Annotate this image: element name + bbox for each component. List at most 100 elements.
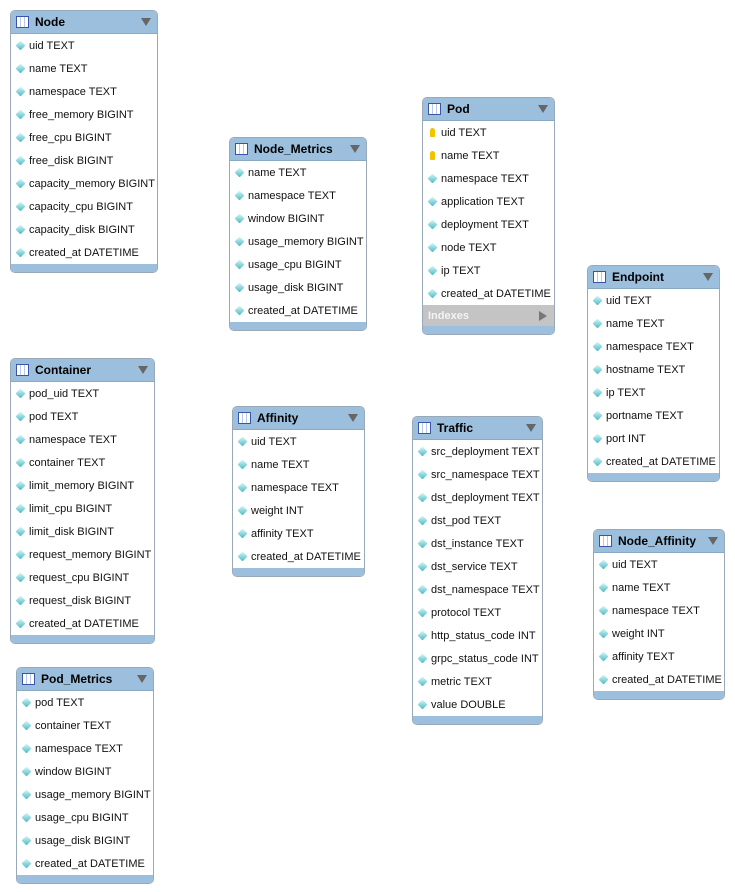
column-row[interactable]: free_memory BIGINT bbox=[11, 103, 157, 126]
collapse-arrow-icon[interactable] bbox=[526, 424, 536, 432]
column-row[interactable]: uid TEXT bbox=[233, 430, 364, 453]
collapse-arrow-icon[interactable] bbox=[703, 273, 713, 281]
column-row[interactable]: limit_disk BIGINT bbox=[11, 520, 154, 543]
column-row[interactable]: request_memory BIGINT bbox=[11, 543, 154, 566]
table-traffic[interactable]: Traffic src_deployment TEXT src_namespace … bbox=[412, 416, 543, 725]
column-row[interactable]: affinity TEXT bbox=[233, 522, 364, 545]
column-row[interactable]: created_at DATETIME bbox=[11, 612, 154, 635]
column-row[interactable]: metric TEXT bbox=[413, 670, 542, 693]
table-container[interactable]: Container pod_uid TEXT pod TEXT namespace T… bbox=[10, 358, 155, 644]
column-row[interactable]: http_status_code INT bbox=[413, 624, 542, 647]
column-row[interactable]: created_at DATETIME bbox=[233, 545, 364, 568]
table-node[interactable]: Node uid TEXT name TEXT namespace TEXT free_… bbox=[10, 10, 158, 273]
column-row[interactable]: pod_uid TEXT bbox=[11, 382, 154, 405]
table-header[interactable]: Pod bbox=[423, 98, 554, 121]
column-row[interactable]: dst_namespace TEXT bbox=[413, 578, 542, 601]
column-row[interactable]: namespace TEXT bbox=[230, 184, 366, 207]
table-node-affinity[interactable]: Node_Affinity uid TEXT name TEXT namespace … bbox=[593, 529, 725, 700]
column-row[interactable]: uid TEXT bbox=[594, 553, 724, 576]
column-row[interactable]: ip TEXT bbox=[588, 381, 719, 404]
table-header[interactable]: Node_Affinity bbox=[594, 530, 724, 553]
column-row[interactable]: weight INT bbox=[594, 622, 724, 645]
column-row[interactable]: src_namespace TEXT bbox=[413, 463, 542, 486]
table-endpoint[interactable]: Endpoint uid TEXT name TEXT namespace TEXT h… bbox=[587, 265, 720, 482]
column-row[interactable]: limit_memory BIGINT bbox=[11, 474, 154, 497]
column-row[interactable]: value DOUBLE bbox=[413, 693, 542, 716]
column-row[interactable]: usage_memory BIGINT bbox=[230, 230, 366, 253]
column-row[interactable]: name TEXT bbox=[423, 144, 554, 167]
column-row[interactable]: capacity_cpu BIGINT bbox=[11, 195, 157, 218]
table-pod-metrics[interactable]: Pod_Metrics pod TEXT container TEXT namespa… bbox=[16, 667, 154, 884]
column-row[interactable]: namespace TEXT bbox=[594, 599, 724, 622]
table-header[interactable]: Pod_Metrics bbox=[17, 668, 153, 691]
column-row[interactable]: dst_pod TEXT bbox=[413, 509, 542, 532]
column-row[interactable]: created_at DATETIME bbox=[588, 450, 719, 473]
column-row[interactable]: usage_memory BIGINT bbox=[17, 783, 153, 806]
column-row[interactable]: namespace TEXT bbox=[17, 737, 153, 760]
column-row[interactable]: grpc_status_code INT bbox=[413, 647, 542, 670]
column-row[interactable]: dst_deployment TEXT bbox=[413, 486, 542, 509]
indexes-section[interactable]: Indexes bbox=[423, 305, 554, 326]
column-row[interactable]: free_cpu BIGINT bbox=[11, 126, 157, 149]
column-row[interactable]: usage_cpu BIGINT bbox=[230, 253, 366, 276]
column-row[interactable]: window BIGINT bbox=[230, 207, 366, 230]
column-row[interactable]: name TEXT bbox=[233, 453, 364, 476]
column-row[interactable]: pod TEXT bbox=[11, 405, 154, 428]
column-row[interactable]: pod TEXT bbox=[17, 691, 153, 714]
table-header[interactable]: Traffic bbox=[413, 417, 542, 440]
table-header[interactable]: Node_Metrics bbox=[230, 138, 366, 161]
table-node-metrics[interactable]: Node_Metrics name TEXT namespace TEXT windo… bbox=[229, 137, 367, 331]
column-row[interactable]: created_at DATETIME bbox=[17, 852, 153, 875]
column-row[interactable]: name TEXT bbox=[588, 312, 719, 335]
table-header[interactable]: Endpoint bbox=[588, 266, 719, 289]
column-row[interactable]: limit_cpu BIGINT bbox=[11, 497, 154, 520]
expand-arrow-icon[interactable] bbox=[539, 310, 547, 321]
column-row[interactable]: node TEXT bbox=[423, 236, 554, 259]
column-row[interactable]: namespace TEXT bbox=[11, 428, 154, 451]
column-row[interactable]: portname TEXT bbox=[588, 404, 719, 427]
column-row[interactable]: port INT bbox=[588, 427, 719, 450]
collapse-arrow-icon[interactable] bbox=[538, 105, 548, 113]
column-row[interactable]: request_cpu BIGINT bbox=[11, 566, 154, 589]
column-row[interactable]: free_disk BIGINT bbox=[11, 149, 157, 172]
column-row[interactable]: created_at DATETIME bbox=[11, 241, 157, 264]
column-row[interactable]: created_at DATETIME bbox=[423, 282, 554, 305]
column-row[interactable]: usage_disk BIGINT bbox=[230, 276, 366, 299]
collapse-arrow-icon[interactable] bbox=[137, 675, 147, 683]
column-row[interactable]: name TEXT bbox=[594, 576, 724, 599]
column-row[interactable]: protocol TEXT bbox=[413, 601, 542, 624]
column-row[interactable]: affinity TEXT bbox=[594, 645, 724, 668]
column-row[interactable]: namespace TEXT bbox=[588, 335, 719, 358]
column-row[interactable]: uid TEXT bbox=[11, 34, 157, 57]
column-row[interactable]: container TEXT bbox=[11, 451, 154, 474]
table-header[interactable]: Container bbox=[11, 359, 154, 382]
table-header[interactable]: Node bbox=[11, 11, 157, 34]
column-row[interactable]: name TEXT bbox=[11, 57, 157, 80]
column-row[interactable]: dst_service TEXT bbox=[413, 555, 542, 578]
column-row[interactable]: hostname TEXT bbox=[588, 358, 719, 381]
column-row[interactable]: capacity_memory BIGINT bbox=[11, 172, 157, 195]
column-row[interactable]: request_disk BIGINT bbox=[11, 589, 154, 612]
table-affinity[interactable]: Affinity uid TEXT name TEXT namespace TEXT w… bbox=[232, 406, 365, 577]
column-row[interactable]: capacity_disk BIGINT bbox=[11, 218, 157, 241]
column-row[interactable]: namespace TEXT bbox=[11, 80, 157, 103]
column-row[interactable]: uid TEXT bbox=[423, 121, 554, 144]
column-row[interactable]: container TEXT bbox=[17, 714, 153, 737]
column-row[interactable]: window BIGINT bbox=[17, 760, 153, 783]
table-pod[interactable]: Pod uid TEXT name TEXT namespace TEXT applic… bbox=[422, 97, 555, 335]
column-row[interactable]: weight INT bbox=[233, 499, 364, 522]
column-row[interactable]: dst_instance TEXT bbox=[413, 532, 542, 555]
column-row[interactable]: namespace TEXT bbox=[233, 476, 364, 499]
collapse-arrow-icon[interactable] bbox=[141, 18, 151, 26]
column-row[interactable]: name TEXT bbox=[230, 161, 366, 184]
collapse-arrow-icon[interactable] bbox=[708, 537, 718, 545]
collapse-arrow-icon[interactable] bbox=[138, 366, 148, 374]
column-row[interactable]: created_at DATETIME bbox=[594, 668, 724, 691]
table-header[interactable]: Affinity bbox=[233, 407, 364, 430]
collapse-arrow-icon[interactable] bbox=[350, 145, 360, 153]
column-row[interactable]: src_deployment TEXT bbox=[413, 440, 542, 463]
column-row[interactable]: usage_cpu BIGINT bbox=[17, 806, 153, 829]
column-row[interactable]: ip TEXT bbox=[423, 259, 554, 282]
column-row[interactable]: namespace TEXT bbox=[423, 167, 554, 190]
column-row[interactable]: application TEXT bbox=[423, 190, 554, 213]
